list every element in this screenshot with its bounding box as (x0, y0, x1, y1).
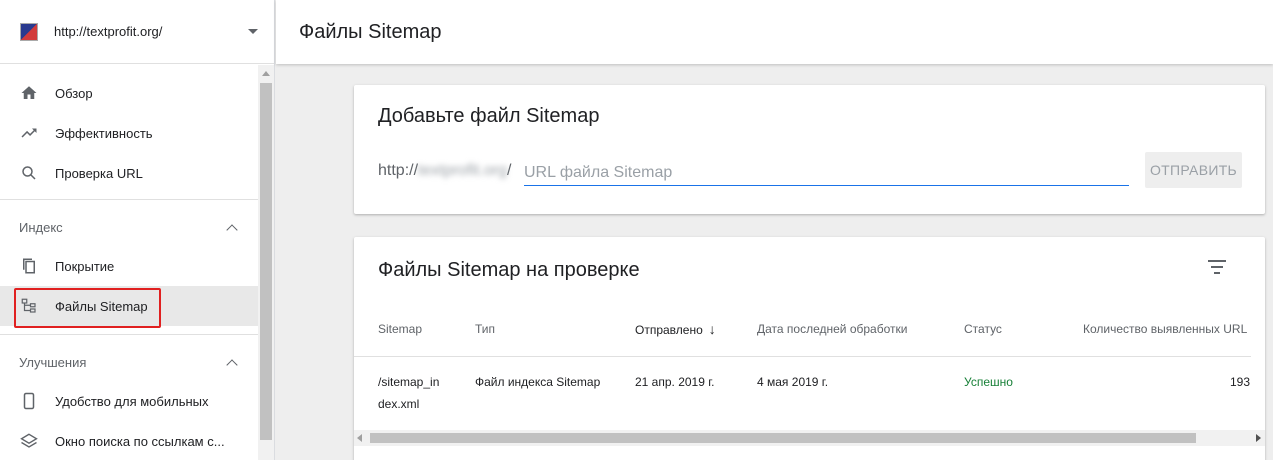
nav-item-coverage[interactable]: Покрытие (0, 246, 258, 286)
smartphone-icon (20, 392, 38, 410)
section-title: Индекс (19, 219, 63, 235)
home-icon (20, 84, 38, 102)
scroll-up-arrow-icon[interactable] (262, 71, 270, 76)
nav-item-mobile-usability[interactable]: Удобство для мобильных (0, 381, 258, 421)
filter-icon[interactable] (1208, 260, 1226, 274)
sidebar-scrollbar[interactable] (258, 65, 274, 460)
cell-sitemap[interactable]: /sitemap_in dex.xml (378, 371, 458, 415)
dropdown-caret-icon (248, 29, 258, 34)
nav-item-label: Удобство для мобильных (55, 393, 209, 409)
property-selector[interactable]: http://textprofit.org/ (0, 0, 274, 64)
prefix-host-blurred: textprofit.org (418, 162, 507, 179)
sidebar: http://textprofit.org/ Обзор Эффективнос… (0, 0, 275, 460)
site-favicon (20, 22, 38, 41)
trending-up-icon (20, 124, 38, 142)
column-header-sitemap[interactable]: Sitemap (378, 321, 422, 337)
table-row[interactable]: /sitemap_in dex.xml Файл индекса Sitemap … (354, 358, 1251, 430)
nav-item-label: Окно поиска по ссылкам с... (55, 433, 225, 449)
cell-type: Файл индекса Sitemap (475, 375, 601, 389)
column-header-type[interactable]: Тип (475, 321, 495, 337)
section-title: Улучшения (19, 354, 87, 370)
scrollbar-thumb[interactable] (260, 83, 272, 440)
nav-item-sitelinks-searchbox[interactable]: Окно поиска по ссылкам с... (0, 421, 258, 460)
column-header-last-processed[interactable]: Дата последней обработки (757, 321, 907, 337)
cell-last-processed: 4 мая 2019 г. (757, 375, 829, 389)
chevron-up-icon (226, 358, 238, 371)
chevron-up-icon (226, 223, 238, 236)
sitemap-url-prefix: http://textprofit.org/ (378, 162, 511, 180)
nav-item-label: Обзор (55, 85, 93, 101)
column-header-status[interactable]: Статус (964, 321, 1002, 337)
cell-status: Успешно (964, 375, 1013, 389)
nav-item-overview[interactable]: Обзор (0, 73, 258, 113)
sidebar-nav: Обзор Эффективность Проверка URL Индекс … (0, 65, 258, 460)
page-title: Файлы Sitemap (299, 20, 442, 43)
scrollbar-thumb[interactable] (370, 433, 1196, 443)
nav-item-label: Покрытие (55, 258, 115, 274)
search-icon (20, 164, 38, 182)
cell-discovered-urls: 193 (1229, 375, 1250, 389)
sitemap-url-input[interactable] (524, 160, 1129, 186)
layers-icon (20, 432, 38, 450)
scroll-left-arrow-icon[interactable] (357, 434, 362, 442)
prefix-slash: / (506, 162, 512, 179)
sort-descending-arrow-icon: ↓ (708, 321, 716, 337)
add-sitemap-card: Добавьте файл Sitemap http://textprofit.… (354, 85, 1265, 214)
nav-item-label: Проверка URL (55, 165, 143, 181)
submit-button[interactable]: ОТПРАВИТЬ (1145, 152, 1242, 188)
sitemap-tree-icon (20, 297, 38, 315)
table-horizontal-scrollbar[interactable] (354, 430, 1265, 446)
nav-item-label: Эффективность (55, 125, 153, 141)
submitted-sitemaps-card: Файлы Sitemap на проверке Sitemap Тип От… (354, 237, 1265, 460)
nav-item-performance[interactable]: Эффективность (0, 113, 258, 153)
card-title: Добавьте файл Sitemap (378, 105, 600, 127)
copy-pages-icon (20, 257, 38, 275)
card-title: Файлы Sitemap на проверке (378, 259, 640, 281)
cell-submitted: 21 апр. 2019 г. (635, 375, 715, 389)
column-header-label: Отправлено (635, 323, 703, 337)
prefix-scheme: http:// (378, 162, 419, 179)
column-header-discovered-urls[interactable]: Количество выявленных URL (1083, 321, 1247, 337)
table-header: Sitemap Тип Отправлено ↓ Дата последней о… (354, 321, 1251, 357)
scroll-right-arrow-icon[interactable] (1256, 434, 1261, 442)
nav-item-label: Файлы Sitemap (55, 298, 148, 314)
property-url: http://textprofit.org/ (54, 24, 163, 39)
nav-item-sitemaps[interactable]: Файлы Sitemap (0, 286, 258, 326)
column-header-submitted[interactable]: Отправлено ↓ (635, 321, 716, 338)
nav-item-url-inspection[interactable]: Проверка URL (0, 153, 258, 193)
app-header: Файлы Sitemap (276, 0, 1273, 64)
